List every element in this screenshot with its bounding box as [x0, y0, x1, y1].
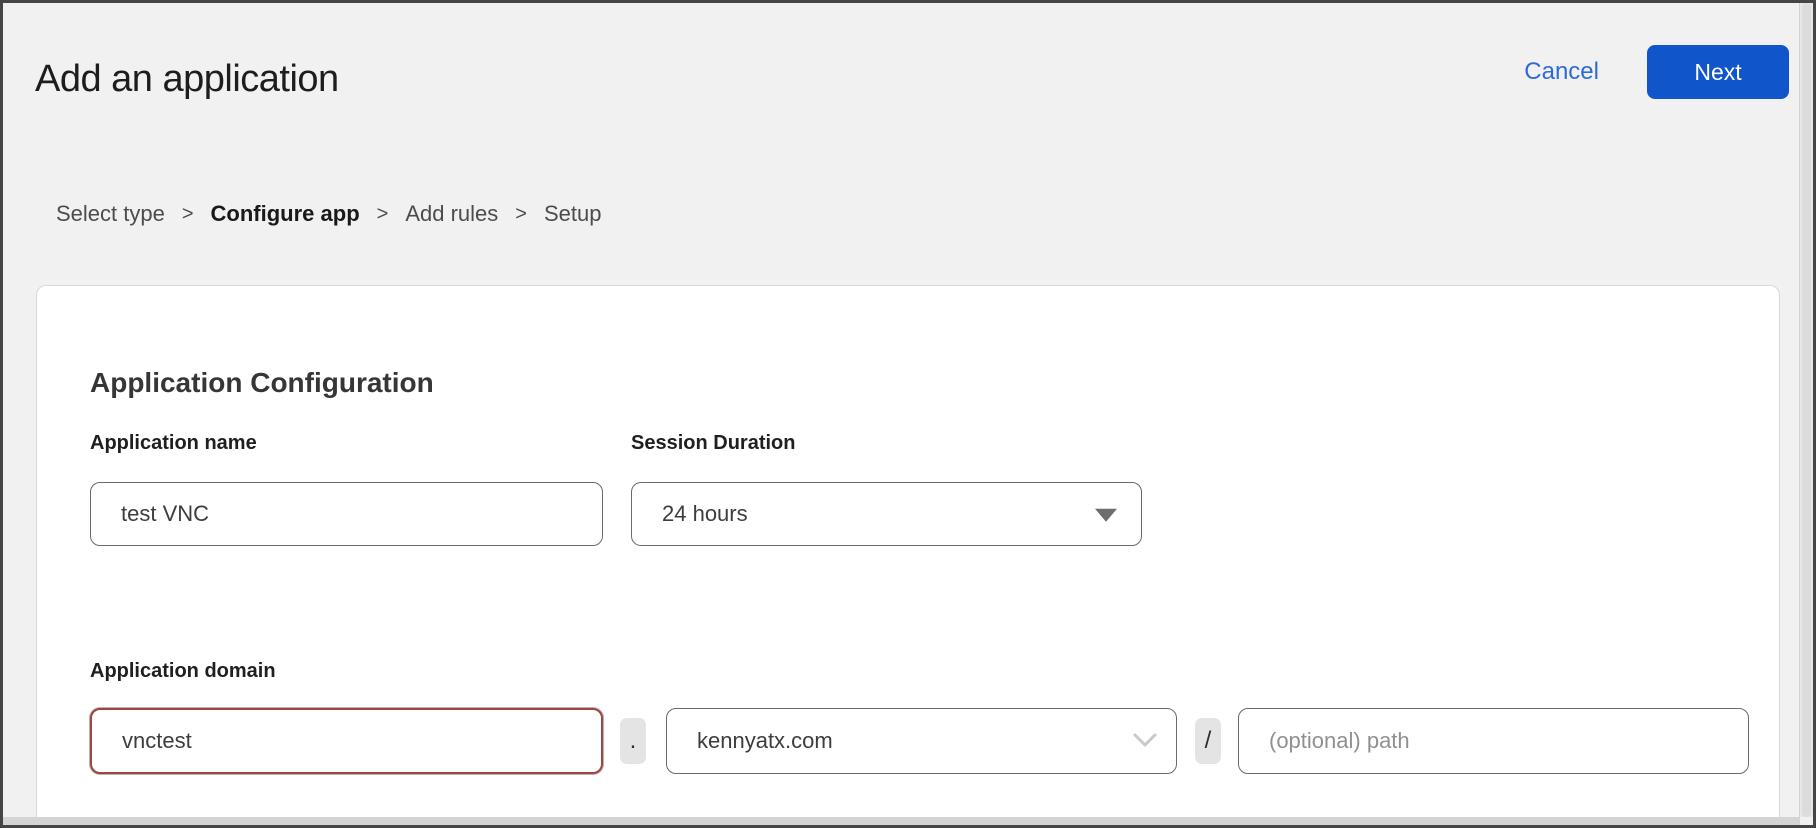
application-configuration-card: Application Configuration Application na…: [36, 285, 1780, 826]
session-duration-label: Session Duration: [631, 432, 795, 455]
chevron-down-icon: [1132, 728, 1158, 754]
cancel-button[interactable]: Cancel: [1524, 58, 1599, 86]
domain-dot-separator: .: [620, 718, 646, 764]
breadcrumb-step-add-rules[interactable]: Add rules: [405, 201, 498, 227]
vertical-scrollbar[interactable]: [1799, 3, 1813, 817]
horizontal-scrollbar[interactable]: [3, 817, 1800, 825]
application-domain-value: kennyatx.com: [697, 728, 833, 754]
caret-down-icon: [1095, 509, 1117, 522]
section-title: Application Configuration: [90, 367, 434, 399]
breadcrumb: Select type > Configure app > Add rules …: [56, 201, 601, 227]
header-actions: Cancel Next: [1524, 45, 1789, 99]
breadcrumb-step-select-type[interactable]: Select type: [56, 201, 165, 227]
next-button[interactable]: Next: [1647, 45, 1789, 99]
breadcrumb-separator: >: [182, 203, 194, 226]
breadcrumb-step-configure-app[interactable]: Configure app: [211, 201, 360, 227]
application-name-input[interactable]: [90, 482, 603, 546]
application-subdomain-input[interactable]: [90, 708, 603, 774]
session-duration-value: 24 hours: [662, 501, 748, 527]
breadcrumb-step-setup[interactable]: Setup: [544, 201, 602, 227]
domain-slash-separator: /: [1195, 718, 1221, 764]
application-domain-label: Application domain: [90, 660, 276, 683]
application-domain-select[interactable]: kennyatx.com: [666, 708, 1177, 774]
application-path-input[interactable]: [1238, 708, 1749, 774]
page-title: Add an application: [35, 58, 339, 101]
breadcrumb-separator: >: [515, 203, 527, 226]
application-name-label: Application name: [90, 432, 257, 455]
add-application-page: Add an application Cancel Next Select ty…: [0, 0, 1816, 828]
vertical-scrollbar-thumb[interactable]: [1802, 3, 1811, 817]
session-duration-select[interactable]: 24 hours: [631, 482, 1142, 546]
breadcrumb-separator: >: [377, 203, 389, 226]
